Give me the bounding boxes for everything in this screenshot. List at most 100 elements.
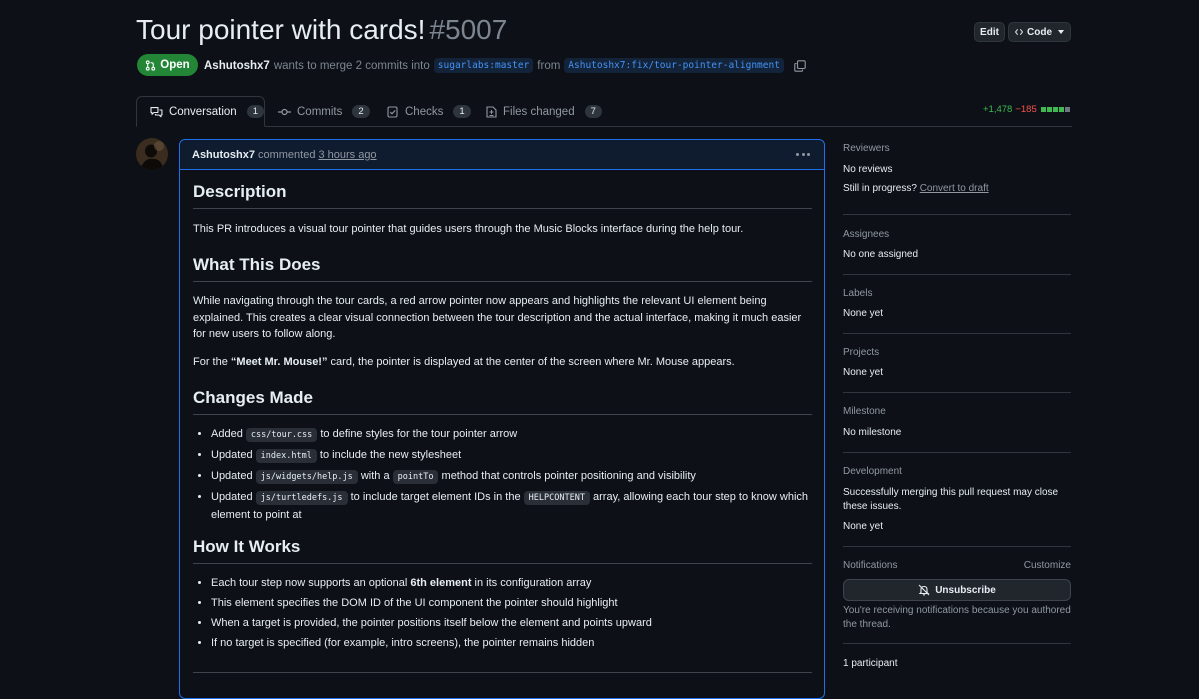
participants-count: 1 participant xyxy=(843,658,898,669)
kebab-menu-icon[interactable] xyxy=(796,153,810,156)
tab-label: Commits xyxy=(297,105,343,118)
pr-title-text: Tour pointer with cards! xyxy=(136,14,426,45)
text: to include the new stylesheet xyxy=(316,449,462,461)
progress-row: Still in progress? Convert to draft xyxy=(843,183,989,194)
text: Updated xyxy=(211,449,256,461)
pr-number: #5007 xyxy=(429,14,508,45)
tab-count: 1 xyxy=(453,105,471,118)
development-text: Successfully merging this pull request m… xyxy=(843,487,1059,512)
notification-reason: You're receiving notifications because y… xyxy=(843,605,1071,630)
tab-checks[interactable]: Checks 1 xyxy=(387,96,471,127)
customize-link[interactable]: Customize xyxy=(1024,560,1071,571)
list-item: This element specifies the DOM ID of the… xyxy=(211,595,815,612)
divider xyxy=(843,643,1071,644)
diffstat-bar xyxy=(1040,104,1070,115)
file-diff-icon xyxy=(486,105,497,118)
unsubscribe-button[interactable]: Unsubscribe xyxy=(843,579,1071,601)
convert-to-draft-link[interactable]: Convert to draft xyxy=(920,183,989,194)
paragraph-mouse: For the “Meet Mr. Mouse!” card, the poin… xyxy=(193,354,815,371)
text: card, the pointer is displayed at the ce… xyxy=(327,356,735,368)
inline-code: pointTo xyxy=(392,470,439,484)
deletions-count: −185 xyxy=(1015,104,1037,115)
conversation-icon xyxy=(150,106,163,117)
list-item: If no target is specified (for example, … xyxy=(211,635,815,652)
comment-timestamp[interactable]: 3 hours ago xyxy=(318,149,376,161)
comment-header: Ashutoshx7 commented 3 hours ago xyxy=(180,140,824,170)
reviewers-value: No reviews xyxy=(843,164,893,175)
status-label: Open xyxy=(160,59,190,71)
code-button-label: Code xyxy=(1027,26,1052,38)
edit-button[interactable]: Edit xyxy=(974,22,1005,42)
projects-value: None yet xyxy=(843,367,884,378)
merge-info: Ashutoshx7 wants to merge 2 commits into… xyxy=(204,58,806,73)
list-item: When a target is provided, the pointer p… xyxy=(211,615,815,632)
comment-author[interactable]: Ashutoshx7 xyxy=(192,149,255,161)
text: method that controls pointer positioning… xyxy=(438,470,696,482)
progress-text: Still in progress? xyxy=(843,183,917,194)
text: Updated xyxy=(211,491,256,503)
inline-code: js/turtledefs.js xyxy=(255,491,348,505)
additions-count: +1,478 xyxy=(983,104,1013,115)
commit-icon xyxy=(278,108,291,115)
text: For the xyxy=(193,356,231,368)
bold-text: “Meet Mr. Mouse!” xyxy=(230,356,328,368)
bold-text: 6th element xyxy=(410,577,472,589)
tabs-divider xyxy=(136,126,1072,127)
divider xyxy=(843,274,1071,275)
author-link[interactable]: Ashutoshx7 xyxy=(204,60,270,72)
tab-commits[interactable]: Commits 2 xyxy=(278,96,370,127)
status-badge: Open xyxy=(137,54,198,76)
text: with a xyxy=(357,470,393,482)
tab-files-changed[interactable]: Files changed 7 xyxy=(486,96,602,127)
text: to define styles for the tour pointer ar… xyxy=(317,428,518,440)
checklist-icon xyxy=(387,105,398,118)
base-branch[interactable]: sugarlabs:master xyxy=(433,58,534,73)
changes-list: Added css/tour.css to define styles for … xyxy=(193,426,815,527)
paragraph-what-this-does: While navigating through the tour cards,… xyxy=(193,295,802,340)
text: Added xyxy=(211,428,246,440)
from-text: from xyxy=(537,59,561,72)
code-button[interactable]: Code xyxy=(1008,22,1071,42)
tab-conversation[interactable]: Conversation 1 xyxy=(136,96,265,127)
list-item: Updated index.html to include the new st… xyxy=(211,447,815,465)
pull-request-icon xyxy=(146,59,156,71)
inline-code: index.html xyxy=(255,449,317,463)
list-item: Added css/tour.css to define styles for … xyxy=(211,426,815,444)
how-list: Each tour step now supports an optional … xyxy=(193,575,815,655)
list-item: Updated js/turtledefs.js to include targ… xyxy=(211,489,815,523)
divider xyxy=(843,546,1071,547)
tab-label: Files changed xyxy=(503,105,575,118)
tab-label: Conversation xyxy=(168,105,237,118)
divider xyxy=(843,214,1071,215)
assignees-label[interactable]: Assignees xyxy=(843,229,889,240)
inline-code: HELPCONTENT xyxy=(523,491,590,505)
labels-label[interactable]: Labels xyxy=(843,288,872,299)
divider xyxy=(843,392,1071,393)
tab-count: 1 xyxy=(246,105,264,118)
reviewers-label[interactable]: Reviewers xyxy=(843,143,890,154)
assignees-value: No one assigned xyxy=(843,249,919,260)
code-icon xyxy=(1015,29,1023,35)
chevron-down-icon xyxy=(1058,30,1064,34)
heading-how-it-works: How It Works xyxy=(193,537,812,564)
text: Updated xyxy=(211,470,256,482)
tab-count: 2 xyxy=(352,105,370,118)
comment-action: commented xyxy=(257,148,316,161)
heading-testing xyxy=(193,666,812,673)
copy-icon[interactable] xyxy=(794,59,806,72)
inline-code: js/widgets/help.js xyxy=(255,470,358,484)
avatar[interactable] xyxy=(136,138,168,170)
milestone-label[interactable]: Milestone xyxy=(843,406,886,417)
head-branch[interactable]: Ashutoshx7:fix/tour-pointer-alignment xyxy=(564,58,784,73)
projects-label[interactable]: Projects xyxy=(843,347,879,358)
milestone-value: No milestone xyxy=(843,427,902,438)
heading-what-this-does: What This Does xyxy=(193,255,812,282)
merge-text: wants to merge 2 commits into xyxy=(273,59,430,72)
development-label[interactable]: Development xyxy=(843,466,902,477)
heading-description: Description xyxy=(193,182,812,209)
unsubscribe-label: Unsubscribe xyxy=(935,584,996,596)
divider xyxy=(843,333,1071,334)
development-value: None yet xyxy=(843,521,884,532)
diffstat: +1,478 −185 xyxy=(983,104,1070,115)
text: Each tour step now supports an optional xyxy=(211,577,411,589)
